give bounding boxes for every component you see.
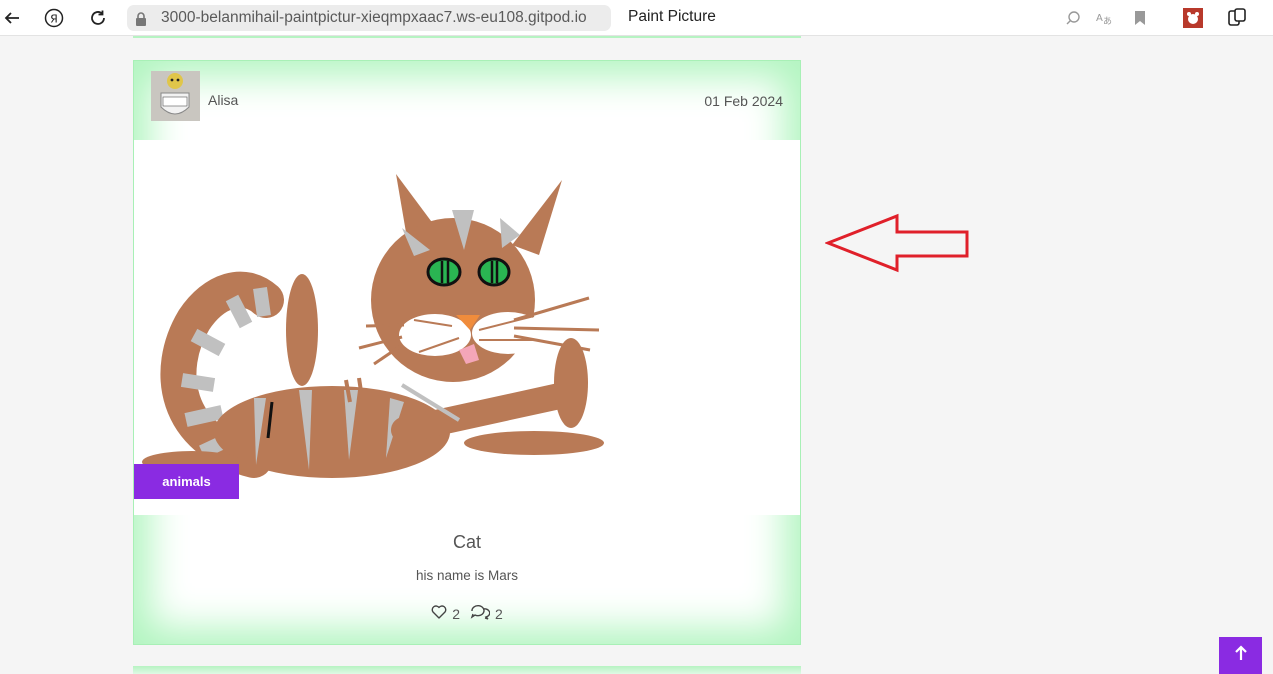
like-count: 2 <box>452 605 460 622</box>
arrow-up-icon <box>1234 645 1248 666</box>
post-header: Alisa 01 Feb 2024 <box>134 61 800 140</box>
extension-icon[interactable] <box>1181 6 1205 30</box>
post-image[interactable] <box>134 140 800 515</box>
lock-icon <box>134 10 148 31</box>
previous-card-edge <box>133 36 801 38</box>
scroll-to-top-button[interactable] <box>1219 637 1262 674</box>
heart-icon[interactable] <box>431 605 447 622</box>
yandex-icon[interactable]: Я <box>42 6 66 30</box>
search-icon[interactable] <box>1061 6 1085 30</box>
collections-icon[interactable] <box>1225 6 1249 30</box>
post-author[interactable]: Alisa <box>208 92 238 108</box>
comment-stat[interactable]: 2 <box>470 604 503 623</box>
post-stats: 2 2 <box>134 604 800 623</box>
post-title[interactable]: Cat <box>134 532 800 553</box>
svg-text:あ: あ <box>1103 16 1112 26</box>
comments-icon[interactable] <box>470 604 491 623</box>
reload-icon[interactable] <box>86 6 110 30</box>
address-bar[interactable]: 3000-belanmihail-paintpictur-xieqmpxaac7… <box>127 5 611 31</box>
next-card-edge <box>133 666 801 674</box>
back-icon[interactable] <box>0 6 24 30</box>
translate-icon[interactable]: Aあ <box>1092 6 1116 30</box>
post-description: his name is Mars <box>415 568 519 583</box>
like-stat[interactable]: 2 <box>431 605 460 622</box>
bookmark-icon[interactable] <box>1128 6 1152 30</box>
svg-text:A: A <box>1096 13 1103 24</box>
svg-text:Я: Я <box>50 13 58 26</box>
post-card[interactable]: Alisa 01 Feb 2024 animals Cat his name i… <box>133 60 801 645</box>
browser-toolbar: Я 3000-belanmihail-paintpictur-xieqmpxaa… <box>0 0 1273 36</box>
avatar[interactable] <box>151 71 200 121</box>
cat-drawing <box>142 174 604 478</box>
post-date: 01 Feb 2024 <box>704 93 783 109</box>
url-text: 3000-belanmihail-paintpictur-xieqmpxaac7… <box>161 9 587 26</box>
tab-title: Paint Picture <box>628 8 716 25</box>
annotation-arrow-icon <box>823 212 971 279</box>
category-tag[interactable]: animals <box>134 464 239 499</box>
comment-count: 2 <box>495 605 503 622</box>
